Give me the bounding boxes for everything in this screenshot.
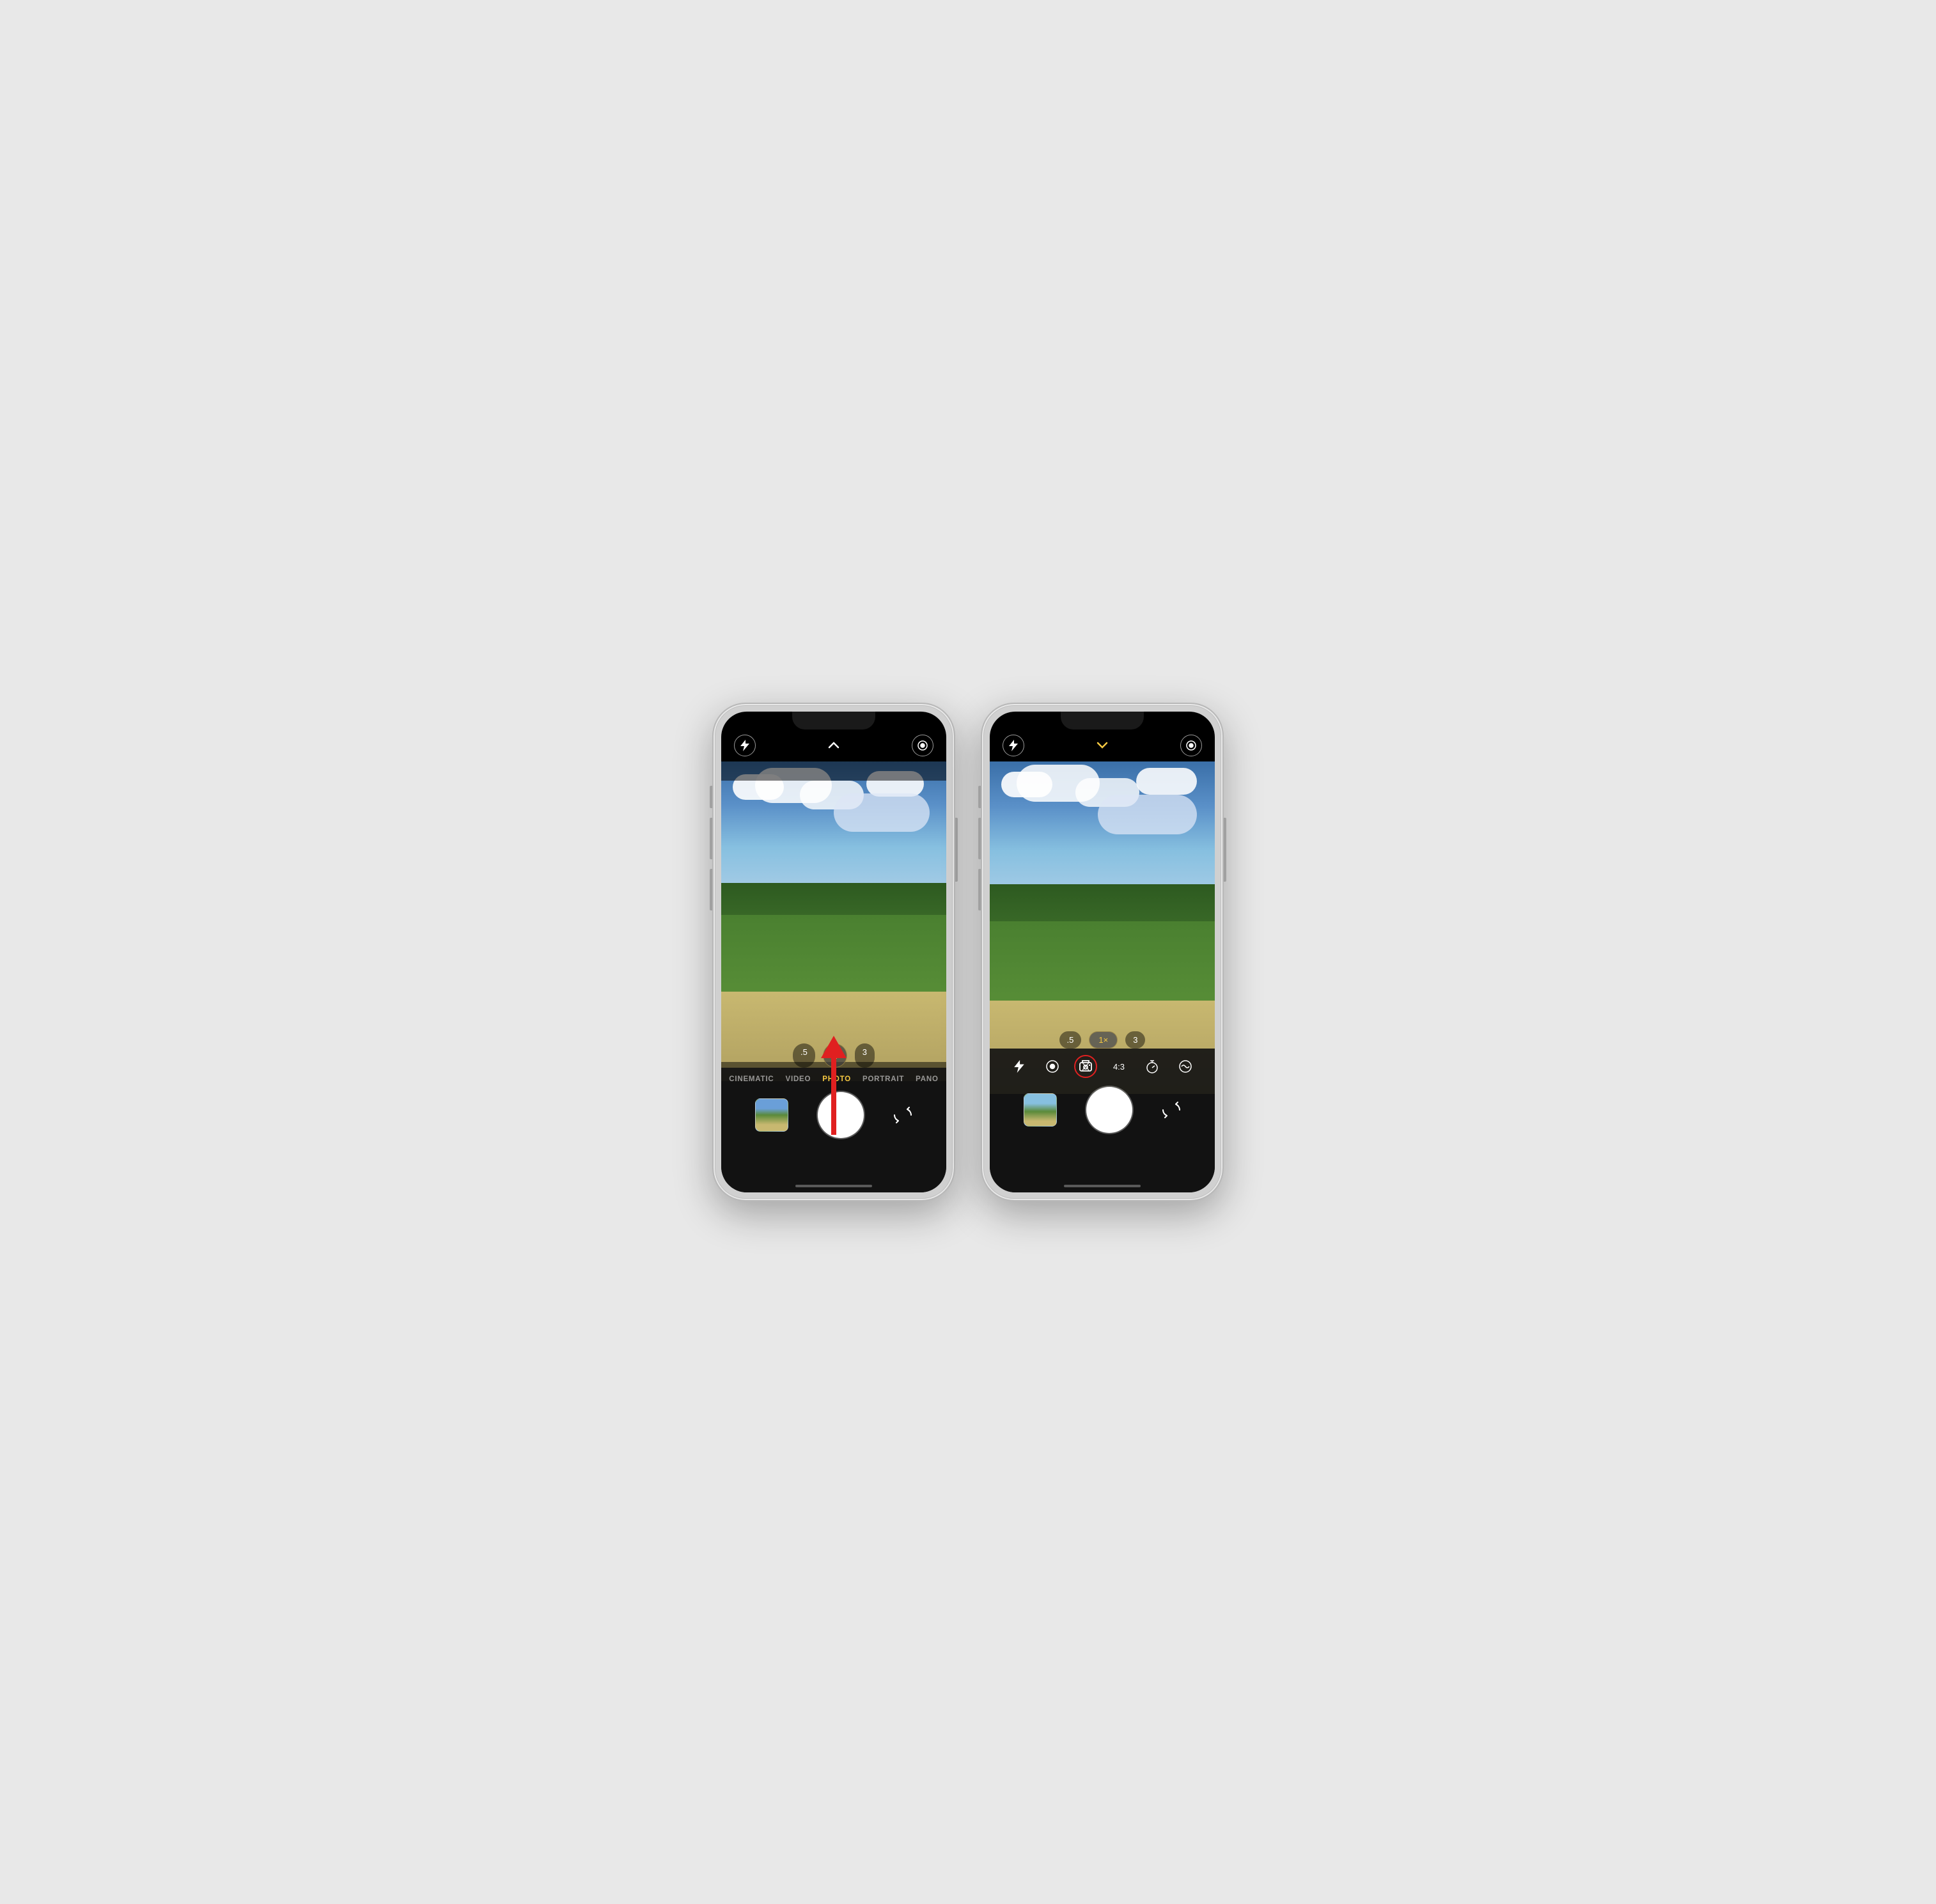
zoom-1x-button-2[interactable]: 1× — [1089, 1031, 1118, 1049]
aspect-ratio-ctrl-2[interactable]: 4:3 — [1107, 1055, 1130, 1078]
camera-ui-2: .5 1× 3 — [990, 712, 1215, 1192]
flip-camera-ctrl-2[interactable] — [1074, 1055, 1097, 1078]
shutter-button-2[interactable] — [1086, 1087, 1132, 1133]
zoom-05-button-2[interactable]: .5 — [1059, 1031, 1082, 1049]
top-bar-1 — [721, 730, 946, 761]
show-controls-button-2[interactable] — [1097, 741, 1108, 750]
mode-video-1[interactable]: VIDEO — [785, 1075, 811, 1083]
notch-1 — [792, 712, 875, 730]
flash-button-1[interactable] — [734, 735, 756, 756]
phone-2: .5 1× 3 — [981, 703, 1224, 1201]
camera-ui-1: .5 1 3 CINEMATIC VIDEO PHOTO PORTRAIT PA… — [721, 712, 946, 1192]
power-button-2[interactable] — [1224, 818, 1226, 882]
phone-screen-1: .5 1 3 CINEMATIC VIDEO PHOTO PORTRAIT PA… — [721, 712, 946, 1192]
zoom-controls-2: .5 1× 3 — [990, 1031, 1215, 1049]
photo-thumbnail-2[interactable] — [1024, 1093, 1057, 1127]
mode-cinematic-1[interactable]: CINEMATIC — [729, 1075, 774, 1083]
flip-camera-icon-1[interactable] — [893, 1106, 912, 1124]
letterbox-top-1 — [721, 761, 946, 781]
top-bar-2 — [990, 730, 1215, 761]
arrow-head — [821, 1036, 847, 1058]
live-photo-button-1[interactable] — [912, 735, 933, 756]
shutter-row-2 — [990, 1083, 1215, 1143]
hide-controls-button-1[interactable] — [828, 741, 839, 750]
controls-row-2: 4:3 — [990, 1049, 1215, 1083]
filters-ctrl-2[interactable] — [1174, 1055, 1197, 1078]
camera-bottom-2: 4:3 — [990, 1049, 1215, 1192]
flash-button-2[interactable] — [1003, 735, 1024, 756]
mode-pano-1[interactable]: PANO — [916, 1075, 939, 1083]
cloud-2-4 — [1136, 768, 1197, 795]
notch-2 — [1061, 712, 1144, 730]
phone-1: .5 1 3 CINEMATIC VIDEO PHOTO PORTRAIT PA… — [712, 703, 955, 1201]
cloud-2-5 — [1098, 795, 1197, 834]
photo-thumbnail-1[interactable] — [755, 1098, 788, 1132]
mode-portrait-1[interactable]: PORTRAIT — [863, 1075, 904, 1083]
home-indicator-1 — [795, 1185, 872, 1187]
zoom-3x-button-2[interactable]: 3 — [1125, 1031, 1145, 1049]
viewfinder-1 — [721, 761, 946, 1081]
page-container: .5 1 3 CINEMATIC VIDEO PHOTO PORTRAIT PA… — [687, 677, 1249, 1227]
cloud-5 — [834, 793, 930, 832]
timer-ctrl-2[interactable] — [1141, 1055, 1164, 1078]
zoom-3x-button-1[interactable]: 3 — [855, 1043, 875, 1068]
scene-background-1 — [721, 761, 946, 1081]
power-button[interactable] — [955, 818, 958, 882]
arrow-shaft — [831, 1058, 836, 1135]
swipe-up-arrow — [821, 1036, 847, 1135]
phone-screen-2: .5 1× 3 — [990, 712, 1215, 1192]
live-photo-button-2[interactable] — [1180, 735, 1202, 756]
zoom-05-button-1[interactable]: .5 — [793, 1043, 815, 1068]
flash-ctrl-2[interactable] — [1008, 1055, 1031, 1078]
live-ctrl-2[interactable] — [1041, 1055, 1064, 1078]
flip-camera-icon-2[interactable] — [1162, 1101, 1181, 1119]
home-indicator-2 — [1064, 1185, 1141, 1187]
thumbnail-inner-2 — [1024, 1094, 1056, 1126]
